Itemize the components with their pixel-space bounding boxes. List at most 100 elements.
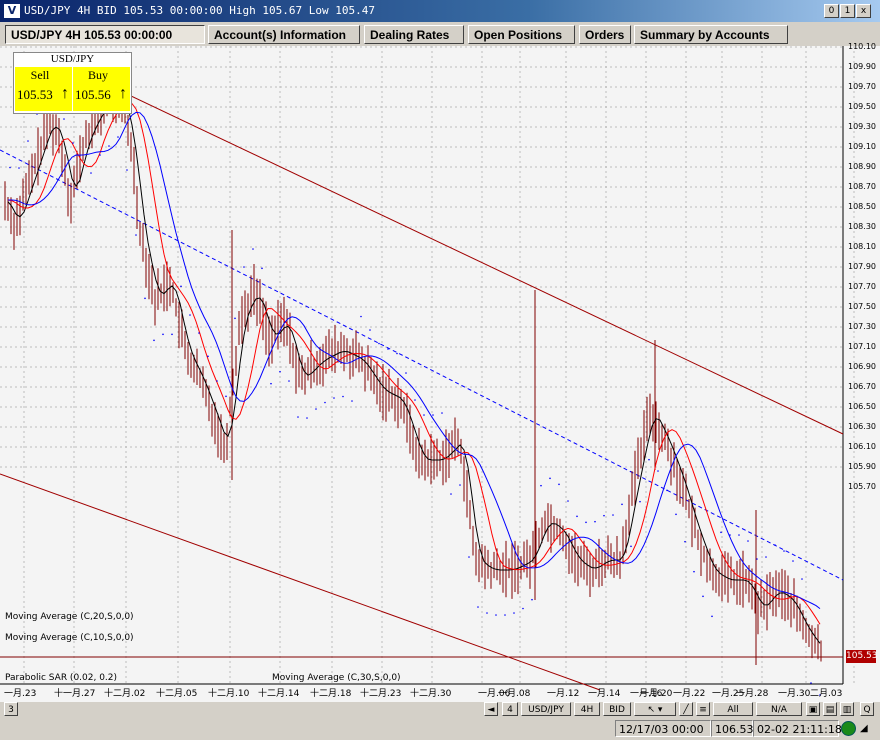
sar-dot — [531, 598, 533, 601]
sar-dot — [216, 380, 218, 382]
sell-button[interactable]: Sell 105.53 ↑ — [15, 67, 72, 111]
y-tick-label: 108.90 — [848, 162, 876, 171]
x-tick-label: 一月.14 — [588, 689, 621, 699]
tab-accounts-information[interactable]: Account(s) Information — [208, 25, 360, 44]
tab-dealing-rates[interactable]: Dealing Rates — [364, 25, 464, 44]
sar-dot — [270, 382, 272, 385]
sar-dot — [693, 570, 695, 573]
sar-dot — [189, 314, 191, 316]
buy-button[interactable]: Buy 105.56 ↑ — [73, 67, 130, 111]
line-tool-icon[interactable]: ╱ — [679, 702, 693, 716]
y-tick-label: 109.70 — [848, 82, 876, 91]
all-button[interactable]: All — [713, 702, 753, 716]
sar-dot — [576, 515, 578, 518]
sell-label: Sell — [30, 68, 50, 82]
sar-dot — [153, 339, 155, 342]
sar-dot — [495, 614, 497, 616]
sar-dot — [747, 540, 749, 542]
y-tick-label: 108.30 — [848, 222, 876, 231]
maximize-button[interactable]: 1 — [840, 4, 855, 18]
y-tick-label: 107.70 — [848, 282, 876, 291]
sar-dot — [630, 545, 632, 548]
sar-dot — [306, 417, 308, 419]
zoom-button[interactable]: Q — [860, 702, 874, 716]
page-number-button[interactable]: 4 — [502, 702, 518, 716]
trend-line — [0, 149, 844, 581]
chart-number-button[interactable]: 3 — [4, 702, 18, 716]
sar-dot — [378, 342, 380, 345]
y-tick-label: 106.50 — [848, 402, 876, 411]
x-tick-label: 一月.12 — [547, 689, 580, 699]
cursor-price: 106.53 — [711, 720, 754, 737]
sar-dot — [324, 401, 326, 404]
y-tick-label: 107.50 — [848, 302, 876, 311]
sar-dot — [369, 329, 371, 331]
scroll-left-button[interactable]: ◄ — [484, 702, 498, 716]
sar-dot — [810, 682, 812, 684]
y-tick-label: 106.70 — [848, 382, 876, 391]
buy-price: 105.56 — [75, 87, 111, 102]
period-select-button[interactable]: 4H — [574, 702, 600, 716]
tab-chart[interactable]: USD/JPY 4H 105.53 00:00:00 — [5, 25, 205, 44]
sar-dot — [225, 395, 227, 398]
y-tick-label: 105.70 — [848, 482, 876, 491]
fib-tool-icon[interactable]: ≡ — [696, 702, 710, 716]
sar-dot — [666, 489, 668, 492]
cursor-tool-icon[interactable]: ↖ ▾ — [634, 702, 676, 716]
sar-dot — [477, 606, 479, 608]
chart-type-icon[interactable]: ▤ — [823, 702, 837, 716]
sar-dot — [612, 514, 614, 516]
sar-dot — [774, 544, 776, 546]
sar-dot — [333, 397, 335, 399]
minimize-button[interactable]: 0 — [824, 4, 839, 18]
x-tick-label: 十二月.18 — [310, 689, 352, 699]
sar-dot — [252, 248, 254, 250]
sar-dot — [468, 556, 470, 558]
symbol-select-button[interactable]: USD/JPY — [521, 702, 571, 716]
x-tick-label: 一月.22 — [673, 689, 706, 699]
sar-dot — [108, 145, 110, 147]
indicator-sar-label: Parabolic SAR (0.02, 0.2) — [5, 673, 118, 683]
y-tick-label: 110.10 — [848, 42, 876, 51]
sar-dot — [441, 412, 443, 414]
sar-dot — [360, 315, 362, 318]
sar-dot — [801, 578, 803, 580]
x-tick-label: 十二月.05 — [156, 689, 198, 699]
sar-dot — [234, 317, 236, 320]
sar-dot — [27, 140, 29, 142]
sar-dot — [540, 484, 542, 487]
price-chart[interactable] — [0, 46, 880, 702]
sar-dot — [63, 118, 65, 120]
sar-dot — [243, 266, 245, 268]
tab-summary-by-accounts[interactable]: Summary by Accounts — [634, 25, 788, 44]
sar-dot — [621, 503, 623, 506]
buy-up-arrow-icon: ↑ — [119, 85, 127, 102]
na-button[interactable]: N/A — [756, 702, 802, 716]
y-tick-label: 105.90 — [848, 462, 876, 471]
connection-status-icon — [841, 721, 856, 736]
indicator-ma20-label: Moving Average (C,20,S,0,0) — [5, 612, 134, 622]
tab-open-positions[interactable]: Open Positions — [468, 25, 575, 44]
sar-dot — [675, 513, 677, 516]
x-tick-label: 一月.08 — [498, 689, 531, 699]
sar-dot — [72, 142, 74, 144]
chart-canvas[interactable] — [0, 46, 880, 702]
tab-orders[interactable]: Orders — [579, 25, 631, 44]
sar-dot — [549, 477, 551, 480]
bid-ask-select-button[interactable]: BID — [603, 702, 631, 716]
sar-dot — [207, 355, 209, 358]
indicator-icon[interactable]: ▥ — [840, 702, 854, 716]
buy-label: Buy — [87, 68, 108, 82]
close-button[interactable]: x — [856, 4, 871, 18]
quote-symbol: USD/JPY — [50, 53, 95, 65]
y-tick-label: 109.90 — [848, 62, 876, 71]
sar-dot — [396, 352, 398, 355]
x-tick-label: 十二月.23 — [360, 689, 402, 699]
print-icon[interactable]: ▣ — [806, 702, 820, 716]
sar-dot — [729, 534, 731, 536]
quote-panel: USD/JPY Sell 105.53 ↑ Buy 105.56 ↑ — [13, 52, 132, 114]
sar-dot — [117, 136, 119, 138]
sar-dot — [522, 607, 524, 610]
sar-dot — [585, 521, 587, 524]
sar-dot — [144, 297, 146, 300]
